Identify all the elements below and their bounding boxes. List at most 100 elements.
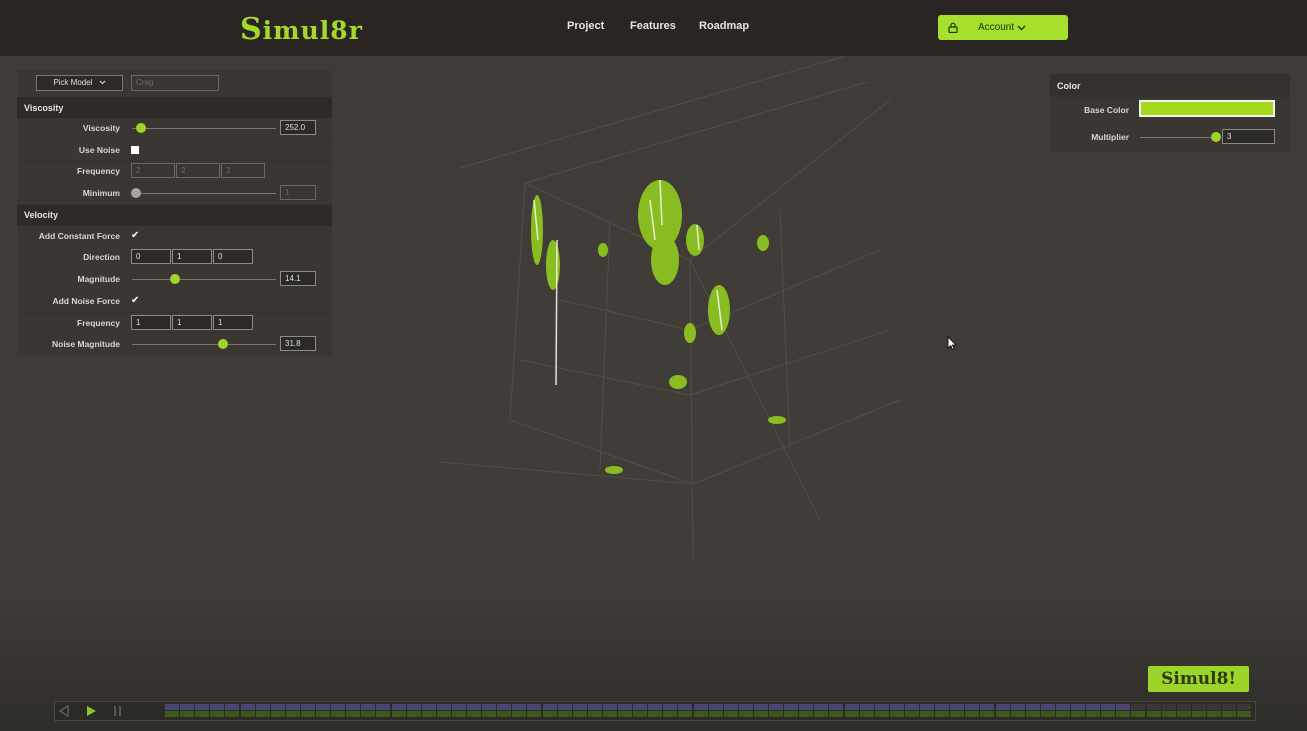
timeline-frame[interactable] [1055,711,1070,717]
timeline-frame[interactable] [633,704,648,710]
timeline-frame[interactable] [255,704,270,710]
timeline-frame[interactable] [512,704,527,710]
timeline-frame[interactable] [1086,711,1101,717]
timeline-frame[interactable] [195,704,210,710]
app-logo[interactable]: Simul8r [240,12,363,47]
timeline-frame[interactable] [331,704,346,710]
account-button[interactable]: Account [938,15,1068,40]
timeline-frame[interactable] [285,704,300,710]
timeline-frame[interactable] [1071,711,1085,717]
timeline-frame[interactable] [889,711,904,717]
timeline-frame[interactable] [995,711,1010,717]
timeline-frame[interactable] [300,704,315,710]
multiplier-value-input[interactable]: 3 [1222,129,1275,144]
timeline-frame[interactable] [874,711,889,717]
timeline-frame[interactable] [587,711,602,717]
timeline-frame[interactable] [240,711,255,717]
timeline-frame[interactable] [1161,711,1176,717]
simul8-badge[interactable]: Simul8! [1148,666,1249,692]
base-color-swatch[interactable] [1139,100,1275,117]
timeline-frame[interactable] [1040,704,1055,710]
nav-features[interactable]: Features [630,20,676,32]
timeline-frame[interactable] [1101,711,1116,717]
magnitude-slider-track[interactable] [132,279,276,281]
add-noise-force-checkbox[interactable]: ✔ [131,295,139,305]
model-name-input[interactable]: Crag [131,75,219,91]
timeline-frame[interactable] [753,711,768,717]
timeline-frame[interactable] [1206,711,1221,717]
timeline-frame[interactable] [618,704,632,710]
timeline-frame[interactable] [663,711,678,717]
timeline-frame[interactable] [361,704,376,710]
timeline-frame[interactable] [542,711,557,717]
timeline-frame[interactable] [799,711,814,717]
timeline-frame[interactable] [376,711,391,717]
magnitude-value-input[interactable]: 14.1 [280,271,316,287]
timeline-frame[interactable] [723,711,738,717]
timeline-frame[interactable] [1010,704,1025,710]
timeline-frame[interactable] [1222,711,1236,717]
timeline-frame[interactable] [935,711,950,717]
timeline-frame[interactable] [542,704,557,710]
timeline-frame[interactable] [436,704,451,710]
timeline-frame[interactable] [451,704,466,710]
timeline-frame[interactable] [874,704,889,710]
timeline-frame[interactable] [1191,711,1206,717]
multiplier-slider-track[interactable] [1140,137,1218,138]
timeline-frame[interactable] [920,704,934,710]
noise-magnitude-slider-knob[interactable] [217,339,228,350]
timeline-frame[interactable] [859,711,874,717]
timeline-frame[interactable] [1191,704,1206,710]
minimum-slider-knob[interactable] [131,188,142,199]
timeline-frame[interactable] [1222,704,1236,710]
timeline-frame[interactable] [904,711,919,717]
minimum-slider-track[interactable] [132,193,276,195]
timeline-frame[interactable] [255,711,270,717]
timeline-frame[interactable] [602,711,617,717]
timeline-frame[interactable] [829,704,844,710]
timeline-frame[interactable] [1116,711,1131,717]
timeline-frame[interactable] [195,711,210,717]
timeline-frame[interactable] [1206,704,1221,710]
timeline-frame[interactable] [1237,704,1252,710]
frequency-y-input[interactable]: 2 [176,163,220,179]
timeline-frame[interactable] [1237,711,1252,717]
direction-y-input[interactable]: 1 [172,249,212,265]
timeline-frame[interactable] [165,711,179,717]
timeline-frame[interactable] [451,711,466,717]
timeline-frame[interactable] [1131,711,1146,717]
timeline-frame[interactable] [844,711,859,717]
timeline-frame[interactable] [889,704,904,710]
timeline-frame[interactable] [497,704,512,710]
timeline-frame[interactable] [799,704,814,710]
timeline-frame[interactable] [708,704,723,710]
multiplier-slider-knob[interactable] [1210,132,1221,142]
timeline-frame[interactable] [512,711,527,717]
timeline-frame[interactable] [753,704,768,710]
timeline-frame[interactable] [316,704,330,710]
use-noise-checkbox[interactable] [131,145,139,154]
noise-frequency-z-input[interactable]: 1 [213,314,253,330]
timeline-frame[interactable] [436,711,451,717]
timeline-frame[interactable] [814,704,829,710]
timeline-frame[interactable] [300,711,315,717]
pick-model-dropdown[interactable]: Pick Model [36,75,123,91]
timeline-frame[interactable] [1086,704,1101,710]
timeline-frame[interactable] [708,711,723,717]
timeline-frame[interactable] [1146,711,1161,717]
timeline-frame[interactable] [950,711,965,717]
timeline-frame[interactable] [391,711,406,717]
timeline-frame[interactable] [859,704,874,710]
timeline-frame[interactable] [225,711,240,717]
timeline-frame[interactable] [557,711,572,717]
timeline-frame[interactable] [285,711,300,717]
timeline-frame[interactable] [678,711,693,717]
noise-frequency-x-input[interactable]: 1 [131,314,171,330]
previous-icon[interactable] [58,705,70,717]
timeline-frames[interactable] [165,704,1253,718]
timeline-frame[interactable] [482,704,497,710]
timeline-frame[interactable] [1176,711,1191,717]
timeline-frame[interactable] [738,704,753,710]
timeline-frame[interactable] [1010,711,1025,717]
timeline-frame[interactable] [1176,704,1191,710]
